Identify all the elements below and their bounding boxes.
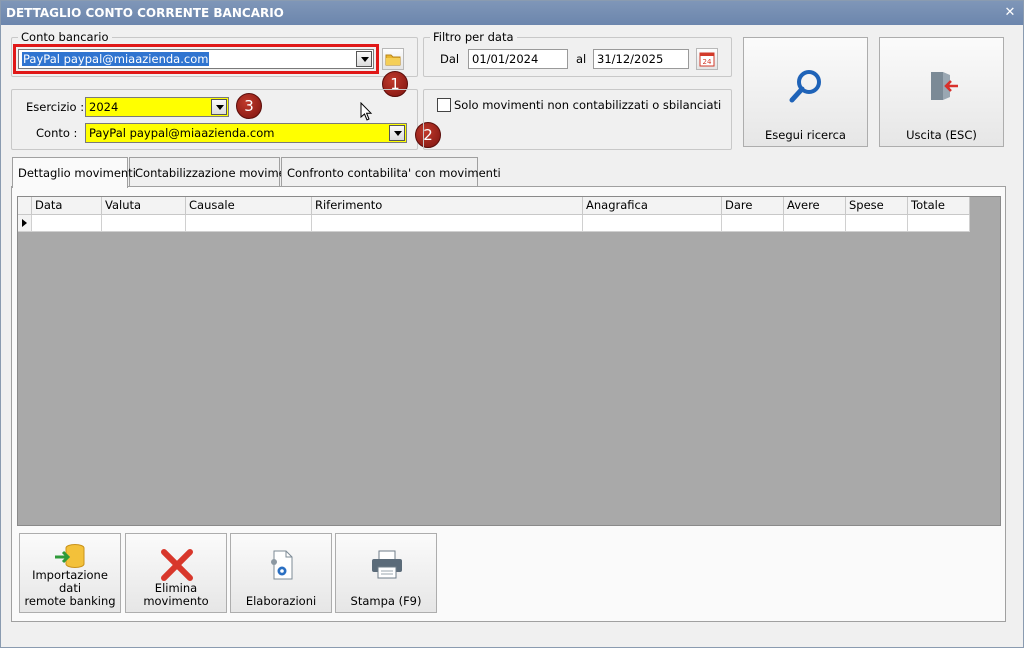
al-date-input[interactable]: 31/12/2025 [593, 49, 689, 69]
step-badge-3: 3 [236, 93, 262, 119]
print-button-label: Stampa (F9) [350, 594, 422, 608]
al-label: al [576, 52, 587, 66]
column-header-valuta[interactable]: Valuta [102, 197, 186, 215]
conto-bancario-label: Conto bancario [18, 30, 112, 44]
tab-dettaglio-movimenti[interactable]: Dettaglio movimenti [12, 157, 136, 188]
folder-icon [385, 54, 401, 66]
title-bar: DETTAGLIO CONTO CORRENTE BANCARIO ✕ [1, 1, 1023, 25]
column-header-causale[interactable]: Causale [186, 197, 312, 215]
column-header-spese[interactable]: Spese [846, 197, 908, 215]
exit-button-label: Uscita (ESC) [906, 128, 977, 142]
search-icon [789, 70, 821, 103]
calendar-icon: 24 [699, 52, 715, 67]
conto-value: PayPal paypal@miaazienda.com [89, 126, 275, 140]
tab-contabilizzazione-movimenti[interactable]: Contabilizzazione movimenti [129, 157, 301, 187]
close-icon[interactable]: ✕ [1003, 1, 1017, 25]
import-button-label-line2: remote banking [24, 594, 116, 608]
column-header-riferimento[interactable]: Riferimento [312, 197, 583, 215]
column-header-data[interactable]: Data [32, 197, 102, 215]
search-button[interactable]: Esegui ricerca [743, 37, 868, 147]
esercizio-select[interactable]: 2024 [85, 97, 229, 117]
table-cell[interactable] [846, 215, 908, 232]
table-cell[interactable] [32, 215, 102, 232]
table-row[interactable] [18, 215, 970, 232]
delete-button-label: Elimina movimento [143, 581, 209, 608]
delete-movement-button[interactable]: Elimina movimento [125, 533, 227, 613]
column-header-anagrafica[interactable]: Anagrafica [583, 197, 722, 215]
conto-bancario-value: PayPal paypal@miaazienda.com [22, 52, 210, 66]
table-header: Data Valuta Causale Riferimento Anagrafi… [18, 197, 970, 215]
solo-movimenti-label: Solo movimenti non contabilizzati o sbil… [454, 98, 722, 112]
table-cell[interactable] [908, 215, 970, 232]
column-header-avere[interactable]: Avere [784, 197, 846, 215]
esercizio-value: 2024 [89, 100, 119, 114]
table-cell[interactable] [186, 215, 312, 232]
filtro-data-label: Filtro per data [430, 30, 517, 44]
esercizio-label: Esercizio : [26, 100, 85, 114]
exit-door-icon [931, 72, 958, 100]
table-cell[interactable] [784, 215, 846, 232]
table-cell[interactable] [722, 215, 784, 232]
elaborazioni-button[interactable]: Elaborazioni [230, 533, 332, 613]
mouse-cursor-icon [360, 102, 373, 121]
printer-icon [372, 550, 402, 579]
print-button[interactable]: Stampa (F9) [335, 533, 437, 613]
tab-confronto-contabilita[interactable]: Confronto contabilita' con movimenti [281, 157, 501, 187]
exit-button[interactable]: Uscita (ESC) [879, 37, 1004, 147]
import-remote-banking-button[interactable]: Importazione dati remote banking [19, 533, 121, 613]
document-gear-icon [271, 550, 293, 580]
window-title: DETTAGLIO CONTO CORRENTE BANCARIO [6, 6, 284, 20]
main-window: DETTAGLIO CONTO CORRENTE BANCARIO ✕ Cont… [0, 0, 1024, 648]
row-selector-icon[interactable] [18, 215, 32, 232]
delete-x-icon [161, 549, 193, 581]
table-cell[interactable] [583, 215, 722, 232]
column-header-totale[interactable]: Totale [908, 197, 970, 215]
search-button-label: Esegui ricerca [765, 128, 846, 142]
open-folder-button[interactable] [382, 48, 404, 70]
dal-label: Dal [440, 52, 460, 66]
dal-date-input[interactable]: 01/01/2024 [468, 49, 568, 69]
import-button-label-line1: Importazione dati [32, 568, 108, 595]
chevron-down-icon[interactable] [356, 51, 372, 67]
chevron-down-icon[interactable] [389, 125, 405, 141]
solo-movimenti-checkbox[interactable] [437, 98, 451, 112]
conto-bancario-select[interactable]: PayPal paypal@miaazienda.com [18, 49, 374, 69]
table-cell[interactable] [102, 215, 186, 232]
movimenti-table[interactable]: Data Valuta Causale Riferimento Anagrafi… [17, 196, 1001, 526]
conto-label: Conto : [36, 126, 78, 140]
column-header-dare[interactable]: Dare [722, 197, 784, 215]
table-header-rowhead [18, 197, 32, 215]
elaborazioni-button-label: Elaborazioni [245, 594, 317, 608]
table-cell[interactable] [312, 215, 583, 232]
conto-select[interactable]: PayPal paypal@miaazienda.com [85, 123, 407, 143]
chevron-down-icon[interactable] [211, 99, 227, 115]
calendar-button[interactable]: 24 [696, 48, 718, 70]
calendar-day-text: 24 [703, 58, 712, 66]
